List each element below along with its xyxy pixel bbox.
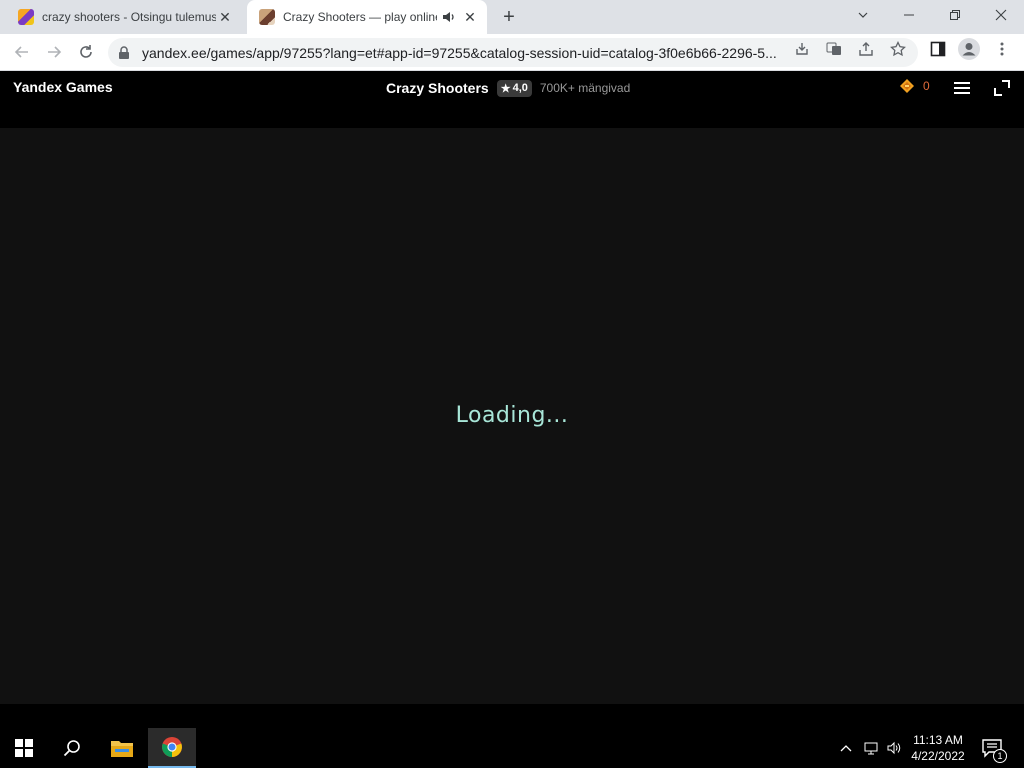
browser-menu-icon[interactable] <box>994 41 1010 57</box>
chrome-taskbar-icon[interactable] <box>148 728 196 768</box>
hamburger-menu-icon[interactable] <box>953 79 971 97</box>
url-text: yandex.ee/games/app/97255?lang=et#app-id… <box>142 44 777 61</box>
bookmark-star-icon[interactable] <box>890 41 906 57</box>
browser-tab-search-results[interactable]: crazy shooters - Otsingu tulemus ✕ <box>8 0 246 34</box>
clock-time: 11:13 AM <box>913 733 963 747</box>
minimize-icon[interactable] <box>886 0 932 30</box>
rating-badge: ★ 4,0 <box>496 79 532 97</box>
lock-icon[interactable] <box>118 45 130 60</box>
game-info: Crazy Shooters ★ 4,0 700K+ mängivad <box>386 79 630 97</box>
yandex-games-header: Yandex Games Crazy Shooters ★ 4,0 700K+ … <box>0 71 1024 128</box>
star-icon: ★ <box>500 82 511 95</box>
yandex-games-logo[interactable]: Yandex Games <box>13 79 113 95</box>
profile-avatar-icon[interactable] <box>958 38 980 60</box>
speaker-icon[interactable] <box>441 9 457 25</box>
clock-date: 4/22/2022 <box>911 749 965 763</box>
side-panel-icon[interactable] <box>930 41 946 57</box>
file-explorer-icon[interactable] <box>98 728 146 768</box>
close-tab-icon[interactable]: ✕ <box>461 8 479 26</box>
game-favicon-icon <box>259 9 275 25</box>
coin-count: 0 <box>923 79 930 93</box>
search-icon[interactable] <box>48 728 96 768</box>
game-title: Crazy Shooters <box>386 80 489 96</box>
players-count: 700K+ mängivad <box>539 81 631 95</box>
tab-title: Crazy Shooters — play online <box>283 10 437 24</box>
coin-icon <box>900 79 914 93</box>
tab-search-icon[interactable] <box>840 0 886 30</box>
close-window-icon[interactable] <box>978 0 1024 30</box>
browser-toolbar: yandex.ee/games/app/97255?lang=et#app-id… <box>0 34 1024 71</box>
volume-icon[interactable] <box>886 740 902 756</box>
windows-taskbar: 11:13 AM 4/22/2022 1 <box>0 728 1024 768</box>
coins-balance[interactable]: 0 <box>899 78 930 94</box>
browser-tab-strip: crazy shooters - Otsingu tulemus ✕ Crazy… <box>0 0 1024 34</box>
notification-count-badge: 1 <box>993 749 1007 763</box>
forward-icon[interactable] <box>42 40 66 64</box>
network-icon[interactable] <box>863 740 879 756</box>
rating-value: 4,0 <box>512 82 528 94</box>
translate-icon[interactable] <box>826 41 842 57</box>
game-canvas-area[interactable]: Loading... <box>0 128 1024 704</box>
share-icon[interactable] <box>858 41 874 57</box>
browser-tab-game[interactable]: Crazy Shooters — play online ✕ <box>247 0 487 34</box>
show-hidden-icons-icon[interactable] <box>838 740 854 756</box>
yandex-search-favicon-icon <box>18 9 34 25</box>
fullscreen-icon[interactable] <box>993 79 1011 97</box>
close-tab-icon[interactable]: ✕ <box>216 8 234 26</box>
reload-icon[interactable] <box>74 40 98 64</box>
new-tab-button[interactable]: + <box>499 7 519 27</box>
windows-start-icon[interactable] <box>0 728 48 768</box>
restore-icon[interactable] <box>932 0 978 30</box>
back-icon[interactable] <box>10 40 34 64</box>
install-app-icon[interactable] <box>794 41 810 57</box>
loading-text: Loading... <box>455 403 569 428</box>
tab-title: crazy shooters - Otsingu tulemus <box>42 10 216 24</box>
system-clock[interactable]: 11:13 AM 4/22/2022 <box>906 732 970 764</box>
